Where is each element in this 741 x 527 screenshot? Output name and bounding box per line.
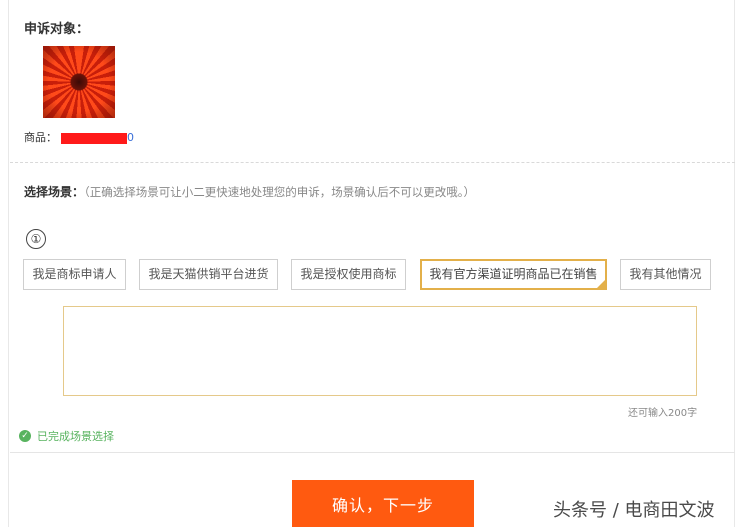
scene-option-trademark-applicant[interactable]: 我是商标申请人 [23,259,126,290]
product-line: 商品： 0 [24,129,134,145]
scene-hint: （正确选择场景可让小二更快速地处理您的申诉，场景确认后不可以更改哦。） [84,185,476,199]
details-textarea[interactable] [63,306,697,396]
section-divider [10,162,735,163]
confirm-next-button[interactable]: 确认，下一步 [292,480,474,527]
footer-divider [10,452,735,453]
scene-option-tmall-supply[interactable]: 我是天猫供销平台进货 [139,259,278,290]
redacted-product-name [61,132,127,144]
product-image [43,46,115,118]
status-text: 已完成场景选择 [37,430,114,443]
scene-option-authorized-use[interactable]: 我是授权使用商标 [291,259,406,290]
scene-header: 选择场景：（正确选择场景可让小二更快速地处理您的申诉，场景确认后不可以更改哦。） [24,183,475,200]
product-label: 商品： [24,131,57,144]
scene-status: ✓ 已完成场景选择 [19,428,114,444]
scene-option-other[interactable]: 我有其他情况 [620,259,711,290]
product-name-tail[interactable]: 0 [127,131,134,144]
watermark: 头条号 / 电商田文波 [553,500,715,521]
complaint-target-title: 申诉对象： [24,22,90,37]
check-circle-icon: ✓ [19,430,31,442]
char-counter: 还可输入200字 [628,408,698,419]
scene-title: 选择场景： [24,185,85,199]
step-number-marker: ① [26,229,46,249]
scene-option-official-channel[interactable]: 我有官方渠道证明商品已在销售 [420,259,607,290]
